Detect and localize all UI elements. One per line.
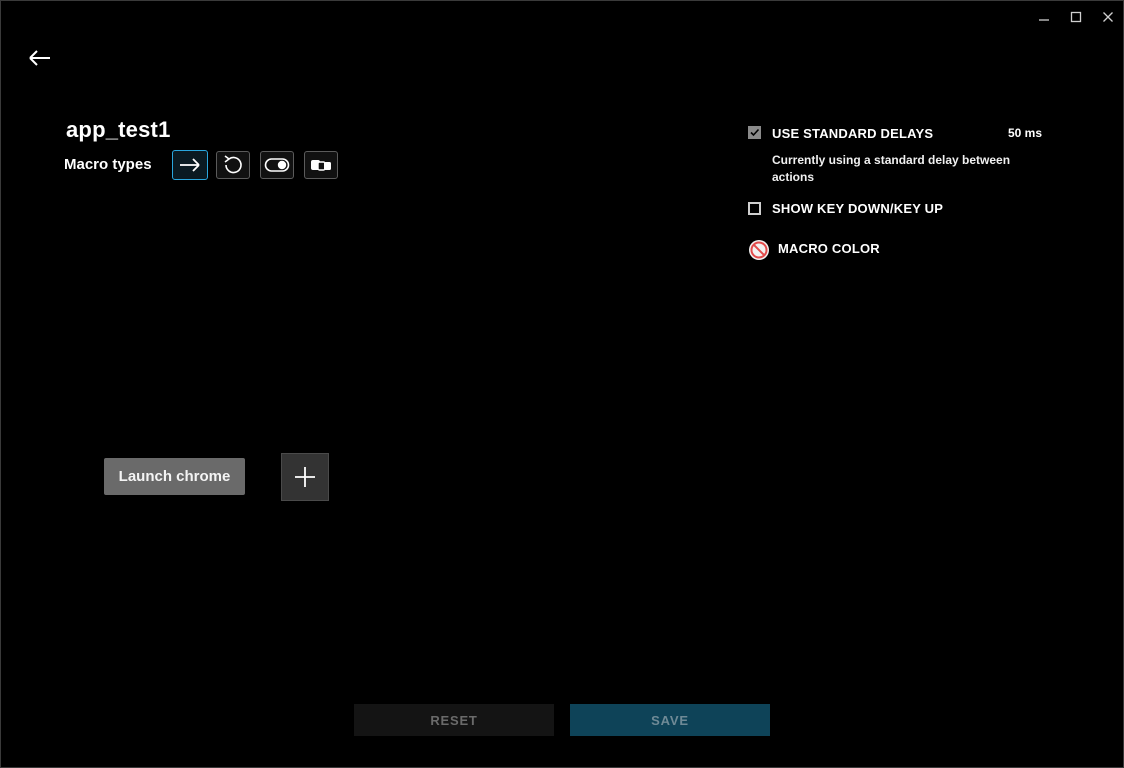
standard-delays-description: Currently using a standard delay between…	[772, 153, 1011, 184]
macro-color-swatch[interactable]	[748, 239, 770, 261]
plus-icon	[295, 467, 315, 487]
window-border	[0, 0, 1124, 768]
checkmark-icon	[750, 128, 760, 137]
standard-delays-label: USE STANDARD DELAYS	[772, 126, 934, 141]
macro-color-label: MACRO COLOR	[778, 241, 880, 256]
reset-button[interactable]: RESET	[354, 704, 554, 736]
sequence-icon	[311, 160, 331, 171]
macro-type-sequence-button[interactable]	[304, 151, 338, 179]
macro-type-toggle-button[interactable]	[260, 151, 294, 179]
standard-delays-checkbox[interactable]	[748, 126, 761, 139]
standard-delay-value[interactable]: 50 ms	[1008, 126, 1042, 140]
no-color-icon	[749, 240, 769, 260]
macro-type-no-repeat-button[interactable]	[172, 150, 208, 180]
close-icon	[1103, 12, 1113, 22]
toggle-icon	[264, 158, 290, 172]
repeat-icon	[224, 155, 242, 174]
minimize-icon	[1039, 19, 1049, 21]
add-action-button[interactable]	[281, 453, 329, 501]
back-button[interactable]	[26, 46, 54, 70]
arrow-right-icon	[180, 158, 200, 172]
maximize-button[interactable]	[1067, 8, 1085, 26]
macro-types-label: Macro types	[64, 156, 152, 173]
maximize-icon	[1070, 11, 1082, 23]
macro-action-launch-chrome[interactable]: Launch chrome	[104, 458, 245, 495]
arrow-left-icon	[29, 50, 50, 66]
show-key-down-up-label: SHOW KEY DOWN/KEY UP	[772, 201, 944, 216]
close-button[interactable]	[1099, 8, 1117, 26]
minimize-button[interactable]	[1035, 8, 1053, 26]
save-button[interactable]: SAVE	[570, 704, 770, 736]
macro-name: app_test1	[66, 117, 171, 142]
show-key-down-up-checkbox[interactable]	[748, 202, 761, 215]
macro-type-repeat-button[interactable]	[216, 151, 250, 179]
